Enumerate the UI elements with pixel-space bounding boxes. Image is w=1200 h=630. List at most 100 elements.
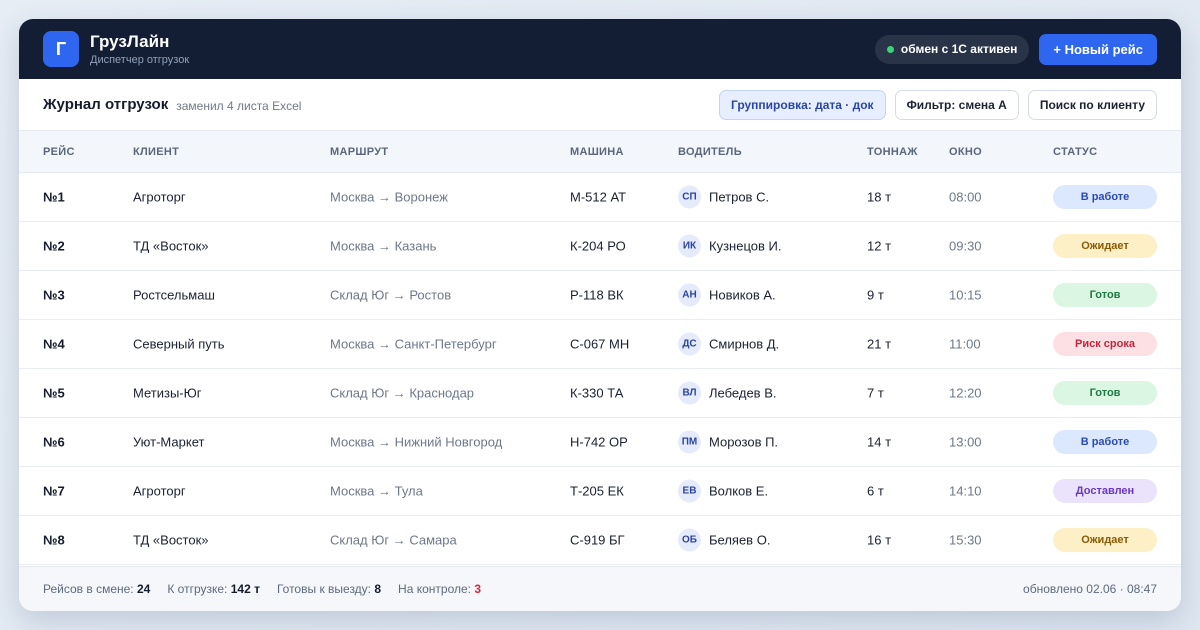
time-window: 12:20 bbox=[949, 385, 982, 401]
status-badge[interactable]: Риск срока bbox=[1053, 332, 1157, 356]
status-badge[interactable]: В работе bbox=[1053, 185, 1157, 209]
status-cell: Ожидает bbox=[1053, 528, 1157, 552]
col-header-tonnage[interactable]: ТОННАЖ bbox=[867, 146, 918, 158]
status-badge[interactable]: Ожидает bbox=[1053, 234, 1157, 258]
status-cell: Доставлен bbox=[1053, 479, 1157, 503]
table-header: РЕЙС КЛИЕНТ МАРШРУТ МАШИНА ВОДИТЕЛЬ ТОНН… bbox=[19, 131, 1181, 173]
col-header-car[interactable]: МАШИНА bbox=[570, 146, 624, 158]
table-row[interactable]: №5 Метизы-Юг Склад Юг → Краснодар К-330 ТА В… bbox=[19, 369, 1181, 418]
driver: ПМ Морозов П. bbox=[678, 430, 779, 454]
trip-number: №7 bbox=[43, 483, 65, 499]
route: Склад Юг → Самара bbox=[330, 532, 457, 548]
driver-avatar: ПМ bbox=[678, 430, 701, 454]
app-subtitle: Диспетчер отгрузок bbox=[90, 53, 190, 66]
app-title: ГрузЛайн bbox=[90, 31, 170, 51]
vehicle-plate: С-919 БГ bbox=[570, 532, 625, 548]
driver-name: Петров С. bbox=[709, 189, 770, 205]
time-window: 09:30 bbox=[949, 238, 982, 254]
driver-name: Новиков А. bbox=[709, 287, 776, 303]
sync-status-pill: обмен с 1С активен bbox=[874, 34, 1030, 64]
filter-button[interactable]: Фильтр: смена А bbox=[894, 89, 1019, 120]
status-cell: В работе bbox=[1053, 430, 1157, 454]
client-name: ТД «Восток» bbox=[133, 238, 209, 254]
status-cell: Готов bbox=[1053, 381, 1157, 405]
vehicle-plate: Т-205 ЕК bbox=[570, 483, 624, 499]
trip-number: №3 bbox=[43, 287, 65, 303]
table-row[interactable]: №7 Агроторг Москва → Тула Т-205 ЕК ЕВ Волков … bbox=[19, 467, 1181, 516]
vehicle-plate: Н-742 ОР bbox=[570, 434, 628, 450]
col-header-window[interactable]: ОКНО bbox=[949, 146, 982, 158]
vehicle-plate: Р-118 ВК bbox=[570, 287, 624, 303]
footer-trips-value: 24 bbox=[136, 582, 151, 596]
journal-toolbar: Журнал отгрузок заменил 4 листа Excel Гр… bbox=[19, 79, 1181, 131]
app-logo: Г bbox=[43, 31, 79, 67]
route: Москва → Нижний Новгород bbox=[330, 434, 503, 450]
status-badge[interactable]: Готов bbox=[1053, 283, 1157, 307]
table-row[interactable]: №2 ТД «Восток» Москва → Казань К-204 РО ИК Ку… bbox=[19, 222, 1181, 271]
trip-number: №1 bbox=[43, 189, 65, 205]
driver-avatar: СП bbox=[678, 185, 701, 209]
tonnage: 12 т bbox=[867, 238, 892, 254]
vehicle-plate: М-512 АТ bbox=[570, 189, 627, 205]
driver: ИК Кузнецов И. bbox=[678, 234, 781, 258]
driver: СП Петров С. bbox=[678, 185, 770, 209]
footer-load-value: 142 т bbox=[230, 582, 260, 596]
status-cell: В работе bbox=[1053, 185, 1157, 209]
col-header-client[interactable]: КЛИЕНТ bbox=[133, 146, 179, 158]
vehicle-plate: С-067 МН bbox=[570, 336, 630, 352]
client-name: Агроторг bbox=[133, 483, 186, 499]
client-name: Агроторг bbox=[133, 189, 186, 205]
tonnage: 7 т bbox=[867, 385, 884, 401]
table-row[interactable]: №8 ТД «Восток» Склад Юг → Самара С-919 БГ ОБ… bbox=[19, 516, 1181, 565]
brand: ГрузЛайн Диспетчер отгрузок bbox=[90, 32, 189, 67]
route: Склад Юг → Краснодар bbox=[330, 385, 475, 401]
status-cell: Готов bbox=[1053, 283, 1157, 307]
table-row[interactable]: №1 Агроторг Москва → Воронеж М-512 АТ СП Петр… bbox=[19, 173, 1181, 222]
client-search-button[interactable]: Поиск по клиенту bbox=[1027, 89, 1157, 120]
table-row[interactable]: №6 Уют-Маркет Москва → Нижний Новгород Н-74… bbox=[19, 418, 1181, 467]
sync-status-label: обмен с 1С активен bbox=[900, 42, 1018, 56]
col-header-driver[interactable]: ВОДИТЕЛЬ bbox=[678, 146, 742, 158]
topbar: Г ГрузЛайн Диспетчер отгрузок обмен с 1С… bbox=[19, 19, 1181, 79]
new-trip-button[interactable]: + Новый рейс bbox=[1039, 33, 1157, 65]
table-row[interactable]: №3 Ростсельмаш Склад Юг → Ростов Р-118 ВК АН… bbox=[19, 271, 1181, 320]
time-window: 08:00 bbox=[949, 189, 982, 205]
vehicle-plate: К-204 РО bbox=[570, 238, 626, 254]
table-row[interactable]: №4 Северный путь Москва → Санкт-Петербург С… bbox=[19, 320, 1181, 369]
footer-load: К отгрузке: 142 т bbox=[167, 582, 260, 596]
status-badge[interactable]: Готов bbox=[1053, 381, 1157, 405]
driver-avatar: ИК bbox=[678, 234, 701, 258]
grouping-button[interactable]: Группировка: дата · док bbox=[718, 89, 886, 120]
status-badge[interactable]: В работе bbox=[1053, 430, 1157, 454]
tonnage: 6 т bbox=[867, 483, 884, 499]
driver-avatar: ВЛ bbox=[678, 381, 701, 405]
client-name: ТД «Восток» bbox=[133, 532, 209, 548]
driver-name: Беляев О. bbox=[709, 532, 771, 548]
route: Москва → Тула bbox=[330, 483, 423, 499]
time-window: 15:30 bbox=[949, 532, 982, 548]
client-name: Уют-Маркет bbox=[133, 434, 205, 450]
time-window: 13:00 bbox=[949, 434, 982, 450]
status-cell: Ожидает bbox=[1053, 234, 1157, 258]
status-badge[interactable]: Ожидает bbox=[1053, 528, 1157, 552]
last-updated: обновлено 02.06 · 08:47 bbox=[1023, 582, 1157, 596]
col-header-route[interactable]: МАРШРУТ bbox=[330, 146, 388, 158]
col-header-status[interactable]: СТАТУС bbox=[1053, 146, 1097, 158]
driver-name: Морозов П. bbox=[709, 434, 779, 450]
tonnage: 9 т bbox=[867, 287, 884, 303]
col-header-trip[interactable]: РЕЙС bbox=[43, 146, 75, 158]
driver: ДС Смирнов Д. bbox=[678, 332, 780, 356]
journal-title: Журнал отгрузок bbox=[43, 96, 169, 113]
footer-ready-value: 8 bbox=[374, 582, 382, 596]
driver-name: Смирнов Д. bbox=[709, 336, 780, 352]
driver: АН Новиков А. bbox=[678, 283, 776, 307]
sync-status-dot-icon bbox=[886, 45, 894, 53]
vehicle-plate: К-330 ТА bbox=[570, 385, 624, 401]
time-window: 11:00 bbox=[949, 336, 981, 352]
route: Москва → Воронеж bbox=[330, 189, 448, 205]
footer-ready: Готовы к выезду: 8 bbox=[276, 582, 382, 596]
trip-number: №4 bbox=[43, 336, 65, 352]
footer-control-value: 3 bbox=[474, 582, 482, 596]
status-badge[interactable]: Доставлен bbox=[1053, 479, 1157, 503]
trip-number: №2 bbox=[43, 238, 65, 254]
